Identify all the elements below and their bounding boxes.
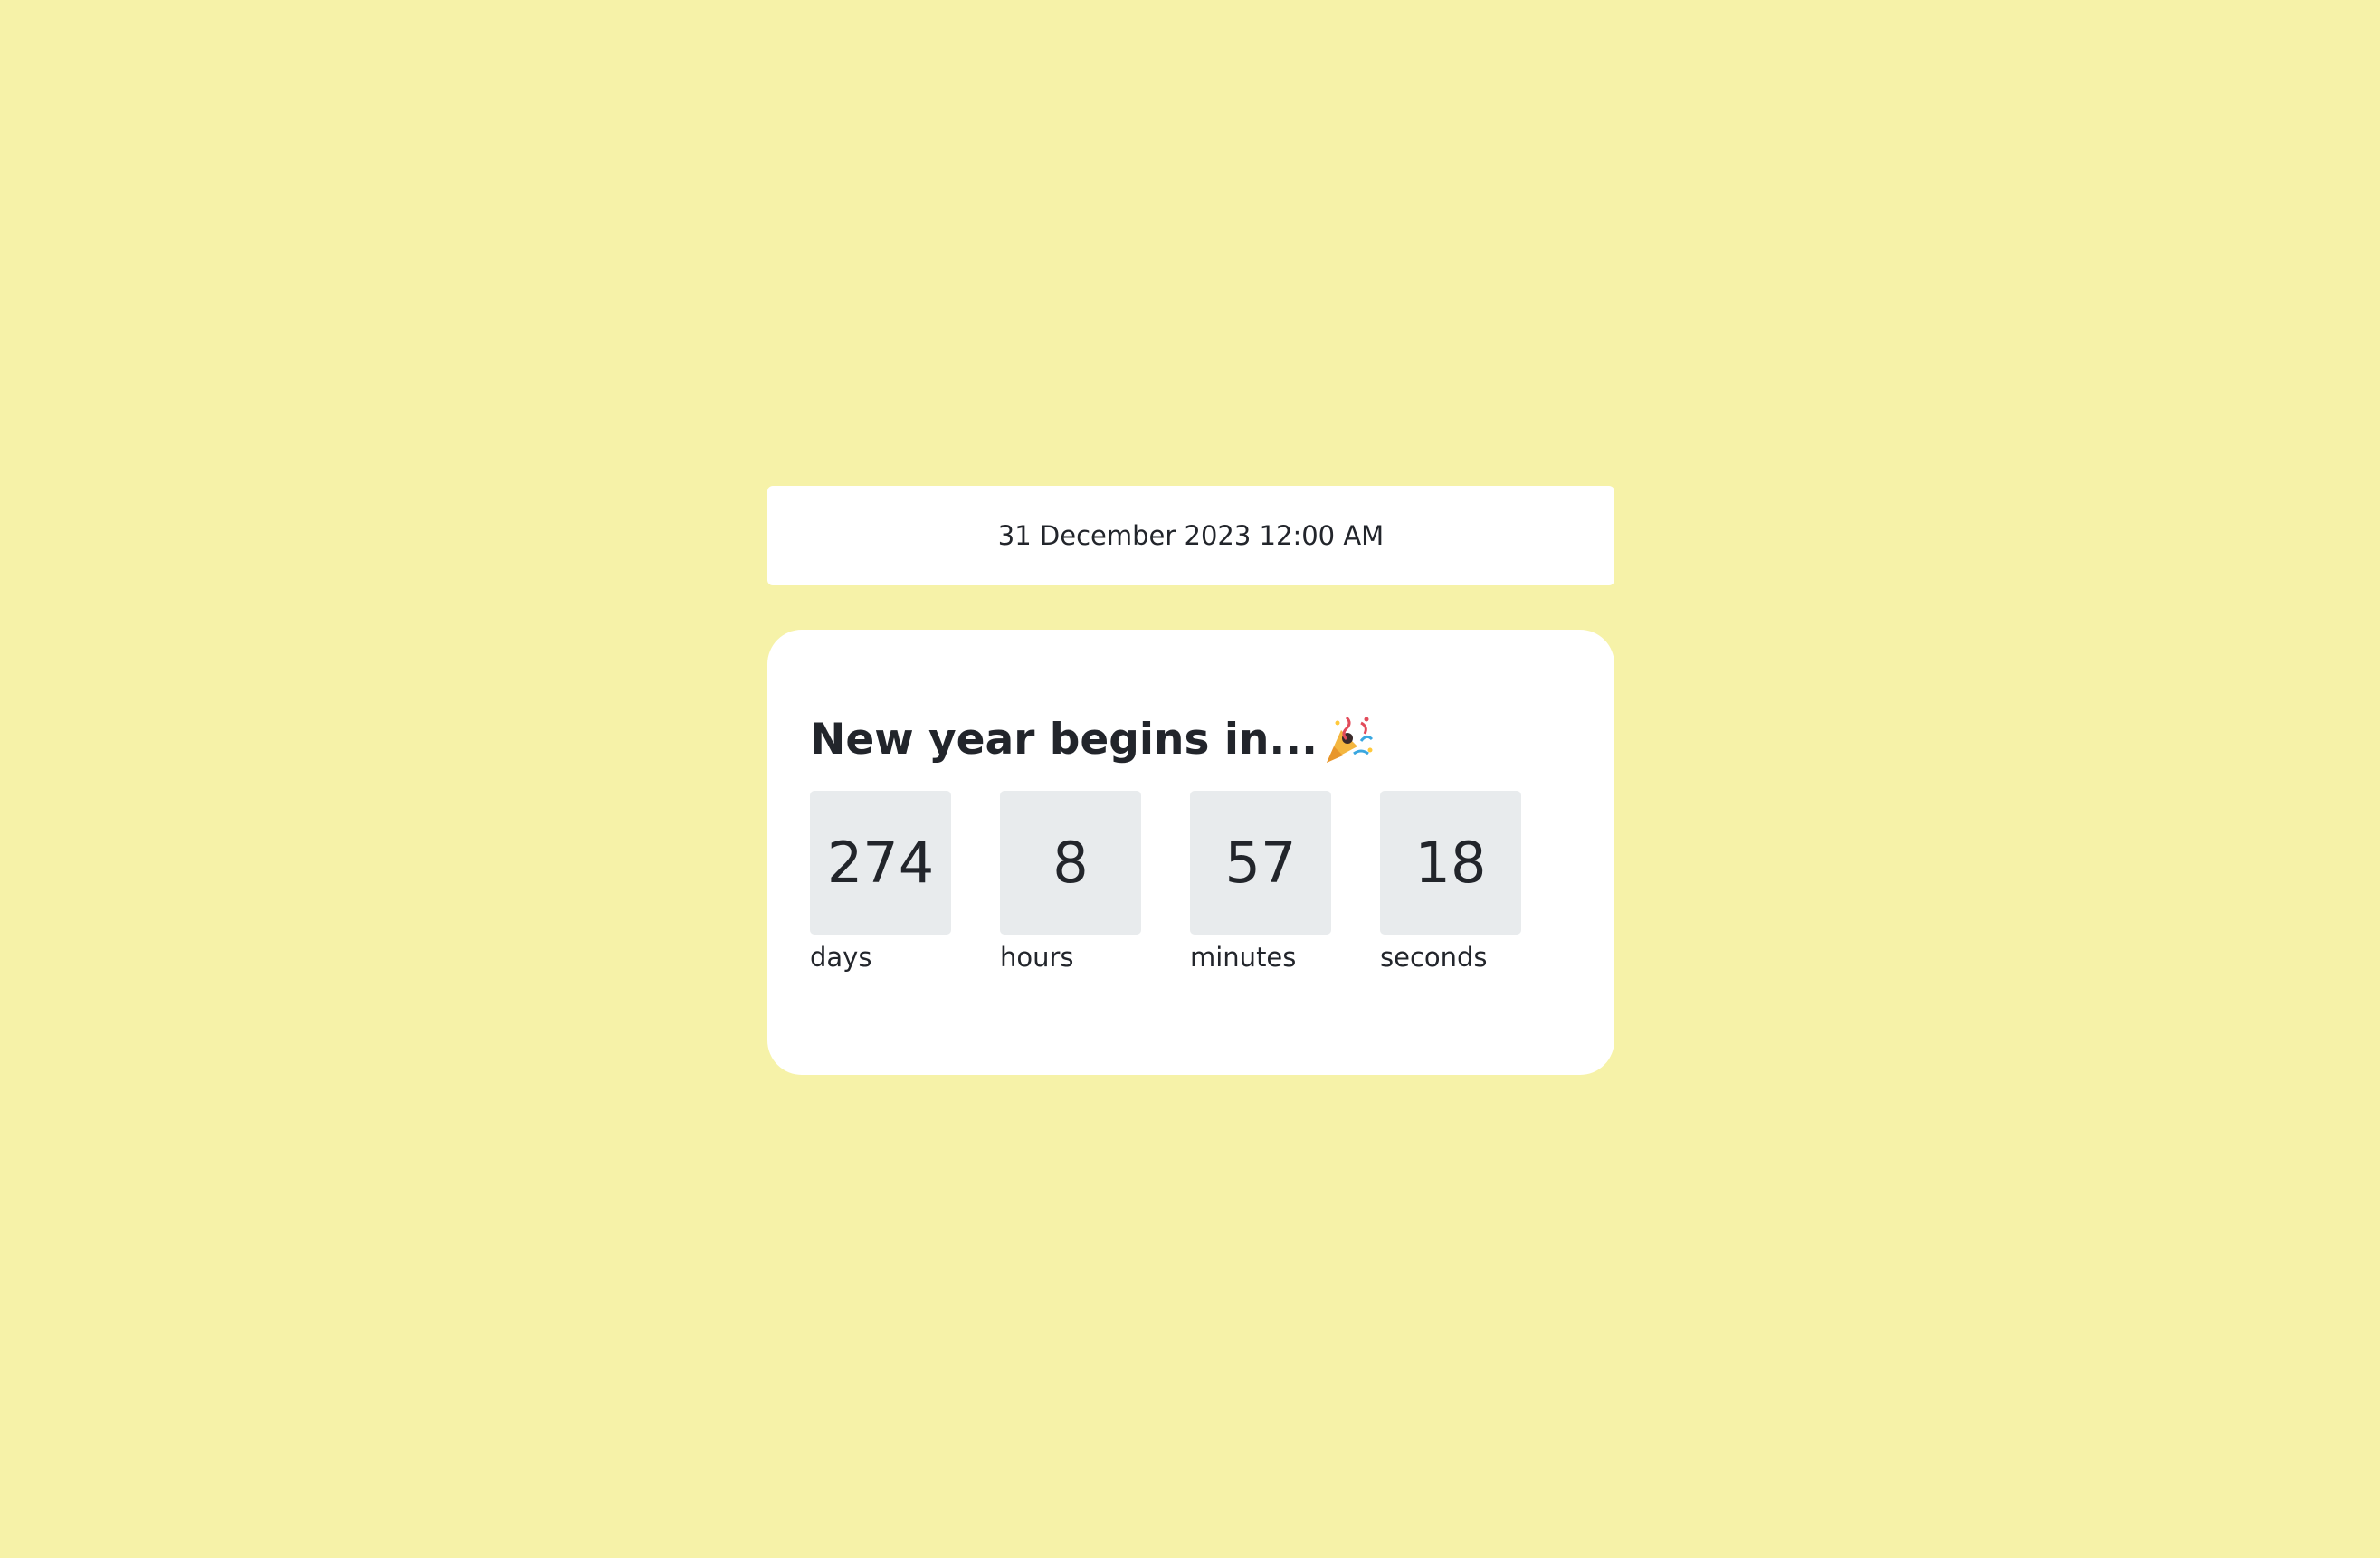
countdown-seconds: 18 seconds	[1380, 791, 1521, 973]
days-value: 274	[810, 791, 951, 935]
hours-value: 8	[1000, 791, 1141, 935]
minutes-value: 57	[1190, 791, 1331, 935]
countdown-widget: 31 December 2023 12:00 AM New year begin…	[767, 486, 1614, 1075]
party-popper-icon	[1321, 714, 1374, 766]
countdown-hours: 8 hours	[1000, 791, 1141, 973]
target-date-text: 31 December 2023 12:00 AM	[997, 520, 1385, 551]
seconds-label: seconds	[1380, 942, 1488, 973]
countdown-units: 274 days 8 hours 57 minutes 18 seconds	[810, 791, 1572, 973]
days-label: days	[810, 942, 872, 973]
countdown-days: 274 days	[810, 791, 951, 973]
minutes-label: minutes	[1190, 942, 1297, 973]
countdown-minutes: 57 minutes	[1190, 791, 1331, 973]
countdown-card: New year begins in... 274 days 8 hours 5…	[767, 630, 1614, 1075]
target-date-display[interactable]: 31 December 2023 12:00 AM	[767, 486, 1614, 585]
heading-text: New year begins in...	[810, 715, 1318, 765]
seconds-value: 18	[1380, 791, 1521, 935]
hours-label: hours	[1000, 942, 1074, 973]
countdown-heading: New year begins in...	[810, 713, 1572, 767]
